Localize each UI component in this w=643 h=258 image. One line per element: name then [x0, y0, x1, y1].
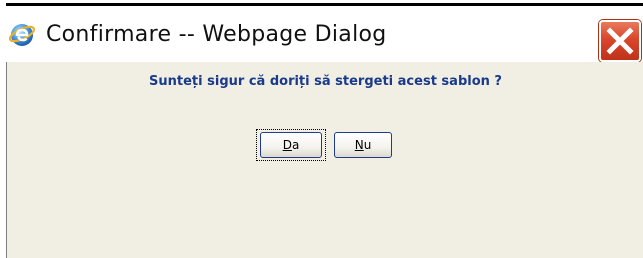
yes-label-rest: a	[291, 138, 300, 152]
title-bar[interactable]: Confirmare -- Webpage Dialog	[0, 6, 643, 62]
window-title: Confirmare -- Webpage Dialog	[46, 22, 387, 47]
no-label-rest: u	[363, 138, 372, 152]
no-accesskey: N	[354, 138, 364, 152]
yes-accesskey: D	[282, 138, 292, 152]
close-button[interactable]	[599, 20, 641, 62]
yes-button[interactable]: Da	[260, 132, 322, 158]
close-x-icon	[606, 27, 634, 55]
dialog-body: Sunteți sigur că doriți să stergeti aces…	[6, 62, 643, 258]
confirmation-message: Sunteți sigur că doriți să stergeti aces…	[149, 74, 502, 89]
no-button[interactable]: Nu	[334, 132, 392, 158]
webpage-dialog: Confirmare -- Webpage Dialog Sunteți sig…	[0, 0, 643, 258]
internet-explorer-icon	[8, 21, 36, 47]
